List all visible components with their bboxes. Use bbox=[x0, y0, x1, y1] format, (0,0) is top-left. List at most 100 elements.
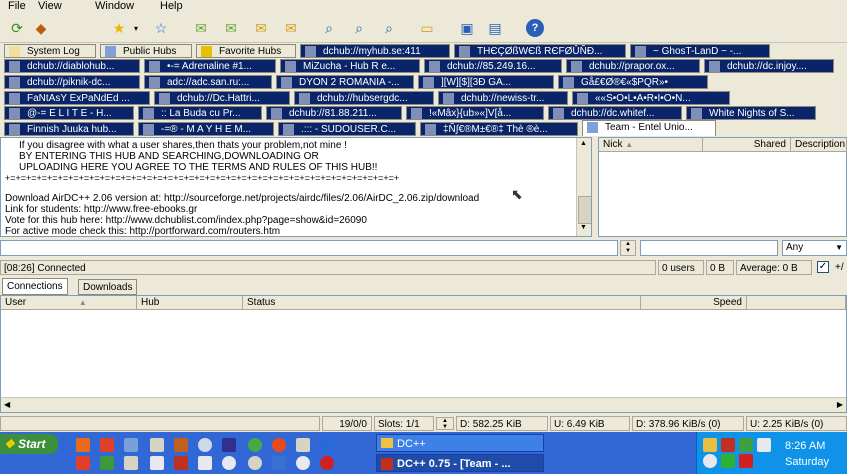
tab-hub[interactable]: DYON 2 ROMANIA -... bbox=[276, 75, 414, 89]
app-icon[interactable] bbox=[248, 456, 262, 470]
scroll-up-icon[interactable]: ▲ bbox=[580, 140, 587, 147]
scroll-down-icon[interactable]: ▼ bbox=[580, 224, 587, 231]
menu-window[interactable]: Window bbox=[95, 0, 134, 12]
refresh-icon[interactable]: ⟳ bbox=[8, 19, 26, 37]
tab-hub[interactable]: dchub://hubsergdc... bbox=[294, 91, 434, 105]
tab-hub[interactable]: THЄÇØßWЄß RЄFØÛÑĐ... bbox=[454, 44, 626, 58]
tab-hub[interactable]: .::: - SUDOUSER.C... bbox=[278, 122, 416, 136]
tab-hub[interactable]: dchub://Dc.Hattri... bbox=[154, 91, 290, 105]
tab-public-hubs[interactable]: Public Hubs bbox=[100, 44, 192, 58]
tray-icon[interactable] bbox=[721, 438, 735, 452]
user-list[interactable]: Nick ▲ Shared Description bbox=[598, 137, 847, 237]
app-icon[interactable] bbox=[222, 438, 236, 452]
transfer-hscrollbar[interactable]: ◀ ▶ bbox=[1, 397, 846, 412]
scroll-right-icon[interactable]: ▶ bbox=[837, 400, 843, 409]
transfer-list[interactable]: User ▲ Hub Status Speed ◀ ▶ bbox=[0, 295, 847, 413]
app-icon[interactable] bbox=[150, 438, 164, 452]
tray-icon[interactable] bbox=[703, 454, 717, 468]
filter-select[interactable]: Any ▼ bbox=[782, 240, 847, 256]
column-speed[interactable]: Speed bbox=[641, 296, 747, 310]
app-icon[interactable] bbox=[222, 456, 236, 470]
column-user[interactable]: User ▲ bbox=[1, 296, 137, 310]
search-spy-icon[interactable]: ✉ bbox=[282, 19, 300, 37]
upload-queue-icon[interactable]: ✉ bbox=[252, 19, 270, 37]
tab-hub[interactable]: adc://adc.san.ru:... bbox=[144, 75, 272, 89]
tab-connections[interactable]: Connections bbox=[2, 278, 68, 295]
clock-time[interactable]: 8:26 AM bbox=[785, 440, 825, 452]
add-favorite-icon[interactable]: ☆ bbox=[152, 19, 170, 37]
column-status[interactable]: Status bbox=[243, 296, 641, 310]
favorites-star-icon[interactable]: ★ bbox=[110, 19, 128, 37]
tab-favorite-hubs[interactable]: Favorite Hubs bbox=[196, 44, 296, 58]
shield-icon[interactable] bbox=[739, 454, 753, 468]
tab-hub[interactable]: -=® - M A Y H E M... bbox=[138, 122, 274, 136]
tab-hub[interactable]: Gå£€Ø®€«$PQR»• bbox=[558, 75, 708, 89]
column-nick[interactable]: Nick ▲ bbox=[599, 138, 703, 152]
app-icon[interactable] bbox=[100, 438, 114, 452]
app-icon[interactable] bbox=[76, 456, 90, 470]
settings-icon[interactable]: ▣ bbox=[458, 19, 476, 37]
tab-hub[interactable]: dchub://myhub.se:411 bbox=[300, 44, 450, 58]
tab-hub[interactable]: ][W][$][3Đ GA... bbox=[418, 75, 554, 89]
tray-icon[interactable] bbox=[703, 438, 717, 452]
menu-view[interactable]: View bbox=[38, 0, 62, 12]
filter-checkbox[interactable]: ✓ bbox=[817, 261, 829, 273]
menu-help[interactable]: Help bbox=[160, 0, 183, 12]
tab-hub[interactable]: !«Mâx}{ub»«]V[å... bbox=[406, 106, 544, 120]
scroll-thumb[interactable] bbox=[578, 196, 591, 224]
app-icon[interactable] bbox=[248, 438, 262, 452]
tab-hub[interactable]: dchub://piknik-dc... bbox=[4, 75, 140, 89]
app-icon[interactable] bbox=[198, 456, 212, 470]
tab-hub[interactable]: dchub://diablohub... bbox=[4, 59, 140, 73]
tab-hub[interactable]: MiZucha - Hub R e... bbox=[280, 59, 420, 73]
tab-downloads[interactable]: Downloads bbox=[78, 279, 138, 295]
tab-hub-active[interactable]: Team - Entel Unio... bbox=[582, 120, 716, 136]
search-alt-icon[interactable]: ⌕ bbox=[380, 19, 398, 37]
app-icon[interactable] bbox=[272, 456, 286, 470]
tab-hub[interactable]: dchub://dc.whitef... bbox=[548, 106, 682, 120]
tab-hub[interactable]: ‡Ñ∫€®M±€®‡ Thè ®è... bbox=[420, 122, 578, 136]
app-icon[interactable] bbox=[296, 438, 310, 452]
app-icon[interactable] bbox=[150, 456, 164, 470]
tab-hub[interactable]: dchub://newiss-tr... bbox=[438, 91, 568, 105]
start-button[interactable]: ❖ Start bbox=[0, 434, 58, 454]
signal-icon[interactable] bbox=[721, 454, 735, 468]
reconnect-icon[interactable]: ◆ bbox=[32, 19, 50, 37]
firefox-icon[interactable] bbox=[76, 438, 90, 452]
tab-hub[interactable]: dchub://85.249.16... bbox=[424, 59, 562, 73]
app-icon[interactable] bbox=[174, 456, 188, 470]
message-spin-icon[interactable]: ▲ ▼ bbox=[620, 240, 636, 256]
tray-icon[interactable] bbox=[757, 438, 771, 452]
tab-system-log[interactable]: System Log bbox=[4, 44, 96, 58]
search-icon[interactable]: ⌕ bbox=[320, 19, 338, 37]
app-icon[interactable] bbox=[320, 456, 334, 470]
task-dcpp-window[interactable]: DC++ 0.75 - [Team - ... bbox=[376, 454, 544, 472]
tab-hub[interactable]: dchub://81.88.211... bbox=[266, 106, 402, 120]
chat-scrollbar[interactable]: ▲ ▼ bbox=[576, 138, 591, 236]
column-extra[interactable] bbox=[747, 296, 846, 310]
app-icon[interactable] bbox=[272, 438, 286, 452]
app-icon[interactable] bbox=[296, 456, 310, 470]
dropdown-icon[interactable]: ▾ bbox=[132, 19, 140, 37]
scroll-left-icon[interactable]: ◀ bbox=[4, 400, 10, 409]
notepad-icon[interactable]: ▤ bbox=[486, 19, 504, 37]
app-icon[interactable] bbox=[124, 456, 138, 470]
chat-area[interactable]: If you disagree with what a user shares,… bbox=[0, 137, 592, 237]
column-hub[interactable]: Hub bbox=[137, 296, 243, 310]
message-input[interactable] bbox=[0, 240, 618, 256]
tab-hub[interactable]: dchub://prapor.ox... bbox=[566, 59, 700, 73]
app-icon[interactable] bbox=[198, 438, 212, 452]
app-icon[interactable] bbox=[100, 456, 114, 470]
tab-hub[interactable]: :: La Buda cu Pr... bbox=[138, 106, 262, 120]
tab-hub[interactable]: •-= Adrenaline #1... bbox=[144, 59, 276, 73]
tray-icon[interactable] bbox=[739, 438, 753, 452]
user-filter-input[interactable] bbox=[640, 240, 778, 256]
column-description[interactable]: Description bbox=[791, 138, 847, 152]
tab-hub[interactable]: White Nights of S... bbox=[686, 106, 816, 120]
task-dcpp-group[interactable]: DC++ bbox=[376, 434, 544, 452]
app-icon[interactable] bbox=[174, 438, 188, 452]
finished-icon[interactable]: ✉ bbox=[222, 19, 240, 37]
app-icon[interactable] bbox=[320, 438, 334, 452]
tab-hub[interactable]: @-= E L I T E - H... bbox=[4, 106, 134, 120]
tab-hub[interactable]: ««S•O•L•A•R•I•O•N... bbox=[572, 91, 730, 105]
